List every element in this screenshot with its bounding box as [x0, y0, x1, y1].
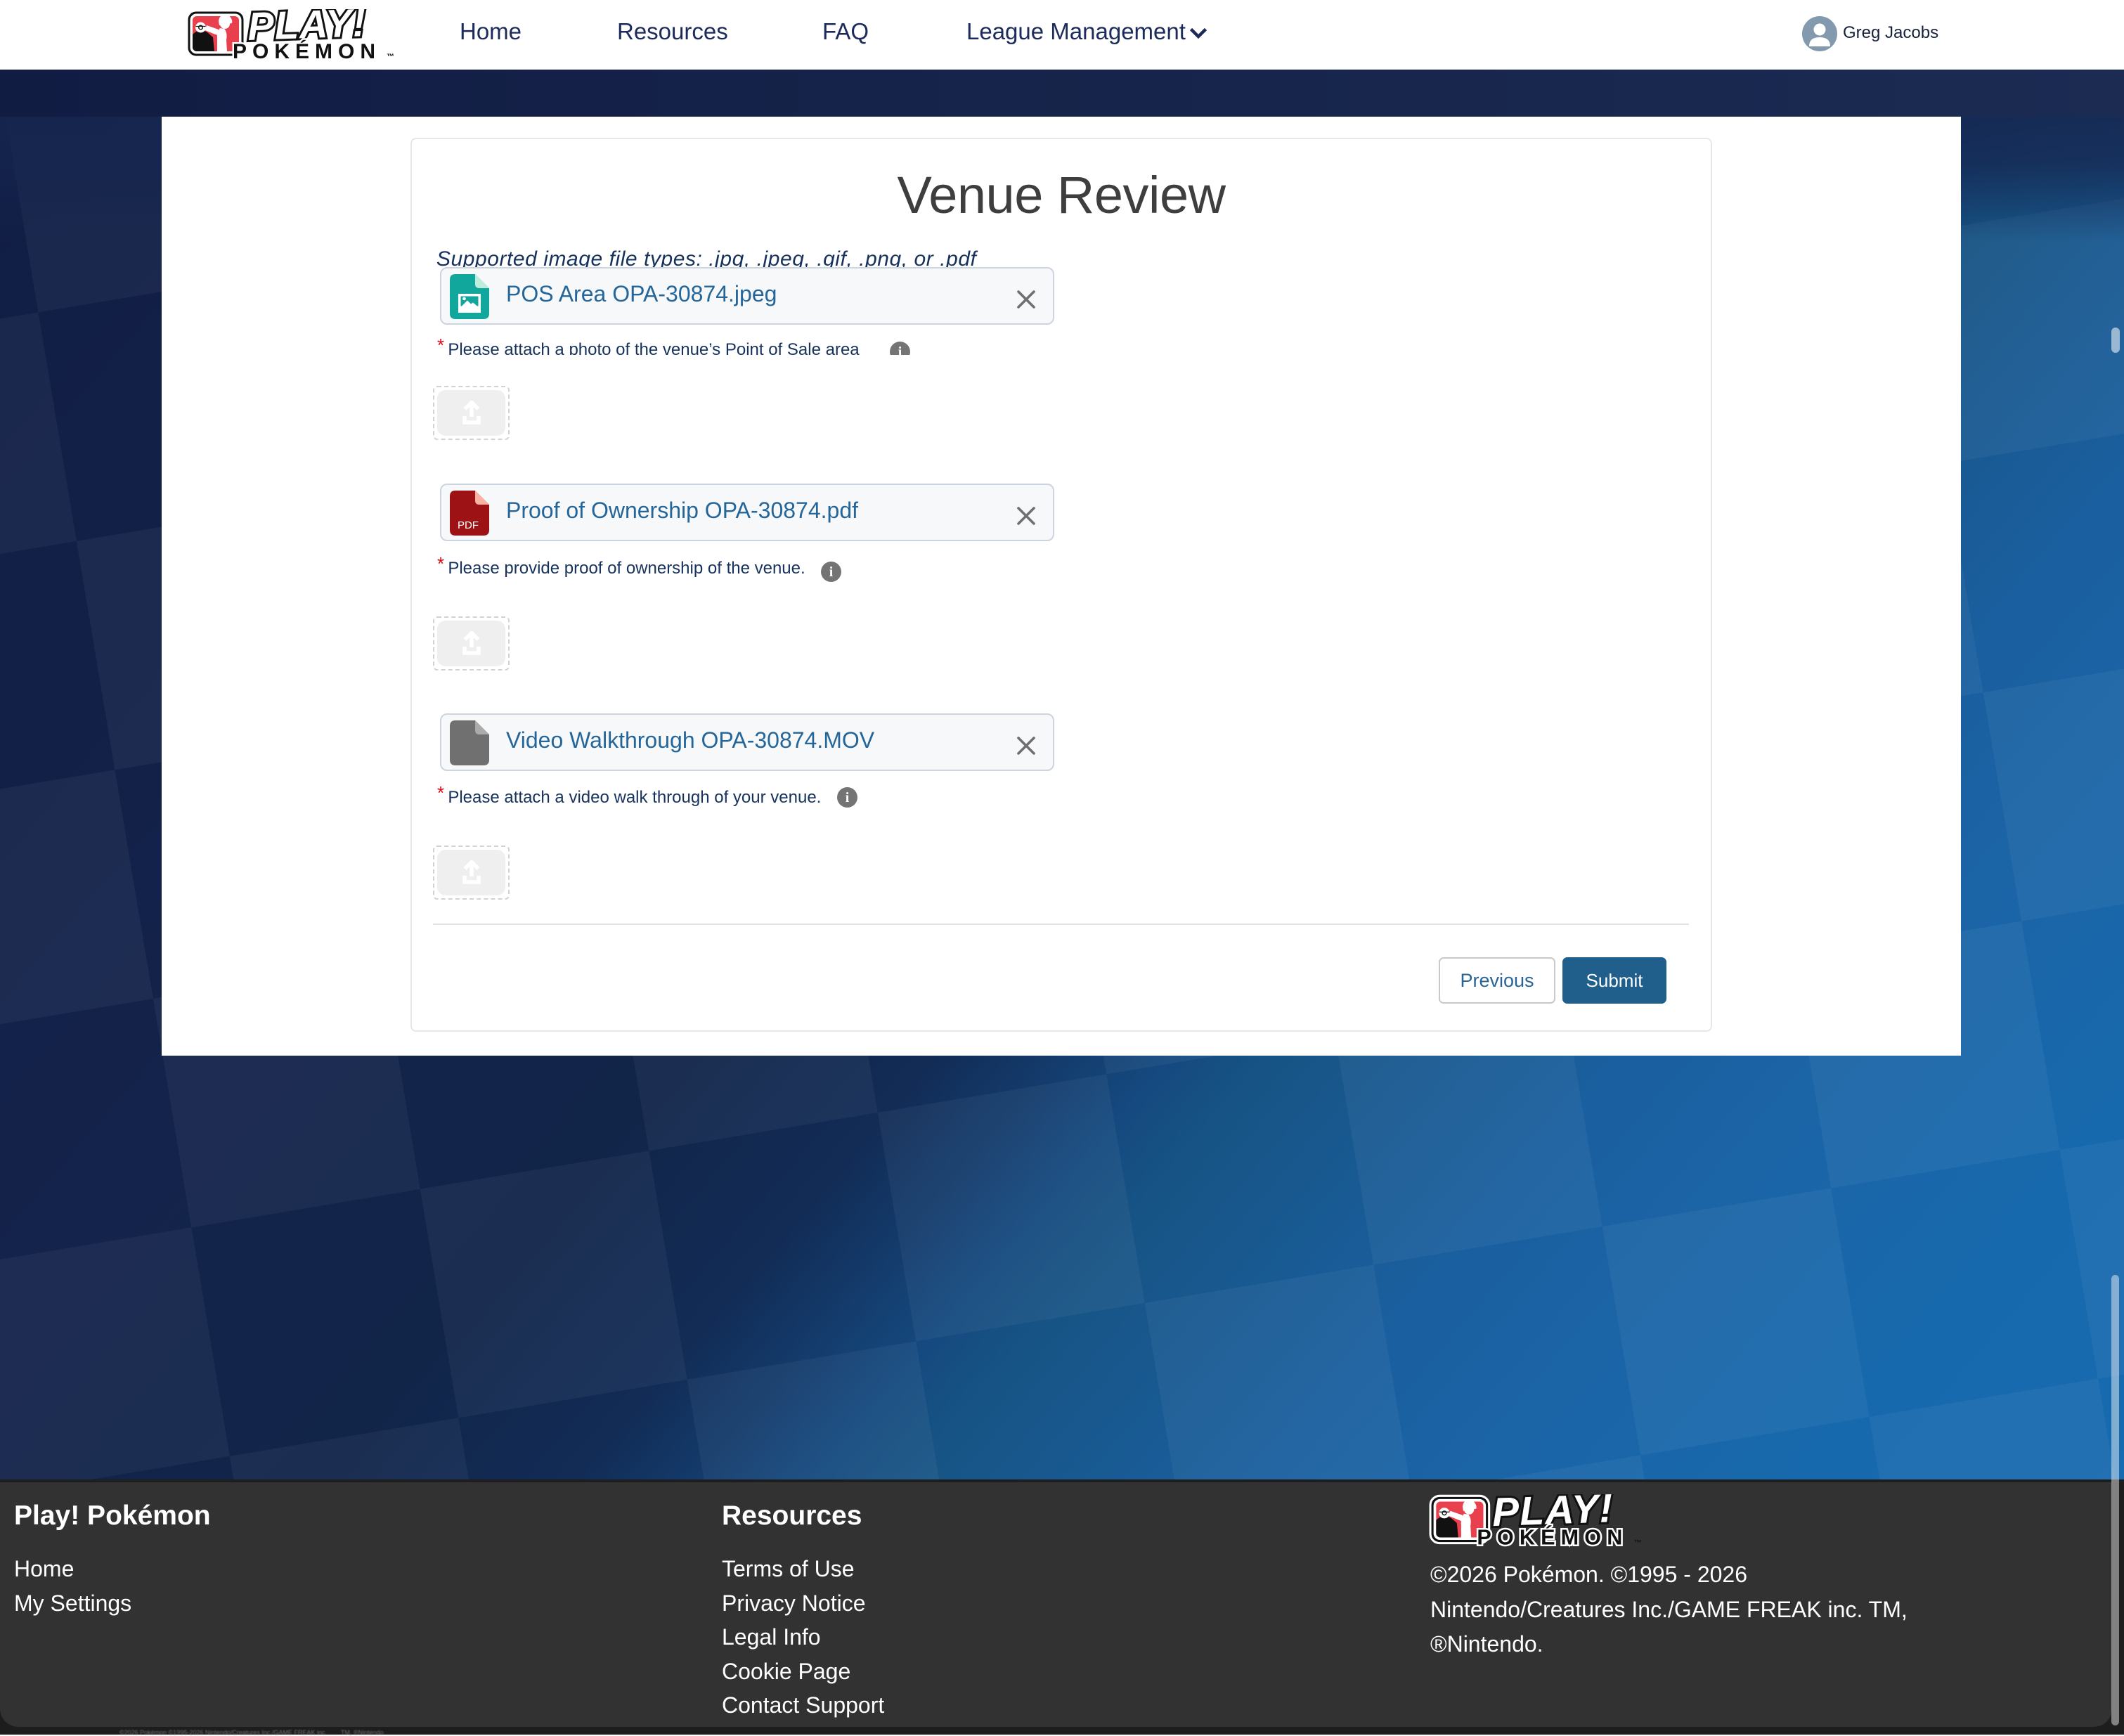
svg-text:PDF: PDF: [458, 519, 479, 531]
